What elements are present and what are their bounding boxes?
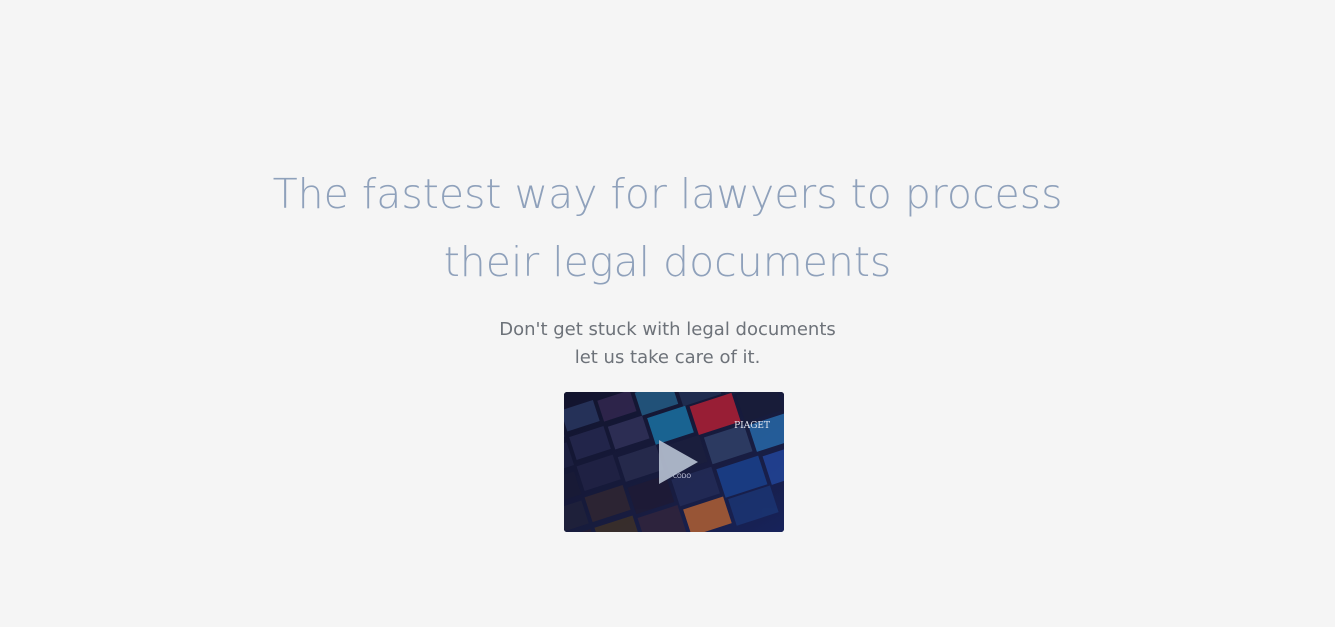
video-thumbnail[interactable]: PIAGET CODO <box>564 392 784 532</box>
hero-headline: The fastest way for lawyers to process t… <box>0 160 1335 296</box>
hero-section: The fastest way for lawyers to process t… <box>0 0 1335 627</box>
hero-subtext: Don't get stuck with legal documents let… <box>0 316 1335 372</box>
video-thumbnail-collage: PIAGET CODO <box>564 392 784 532</box>
subtext-line-1: Don't get stuck with legal documents <box>499 319 836 340</box>
headline-line-1: The fastest way for lawyers to process <box>272 170 1063 218</box>
thumbnail-text-piaget: PIAGET <box>734 421 770 431</box>
subtext-line-2: let us take care of it. <box>574 347 761 368</box>
headline-line-2: their legal documents <box>443 238 892 286</box>
